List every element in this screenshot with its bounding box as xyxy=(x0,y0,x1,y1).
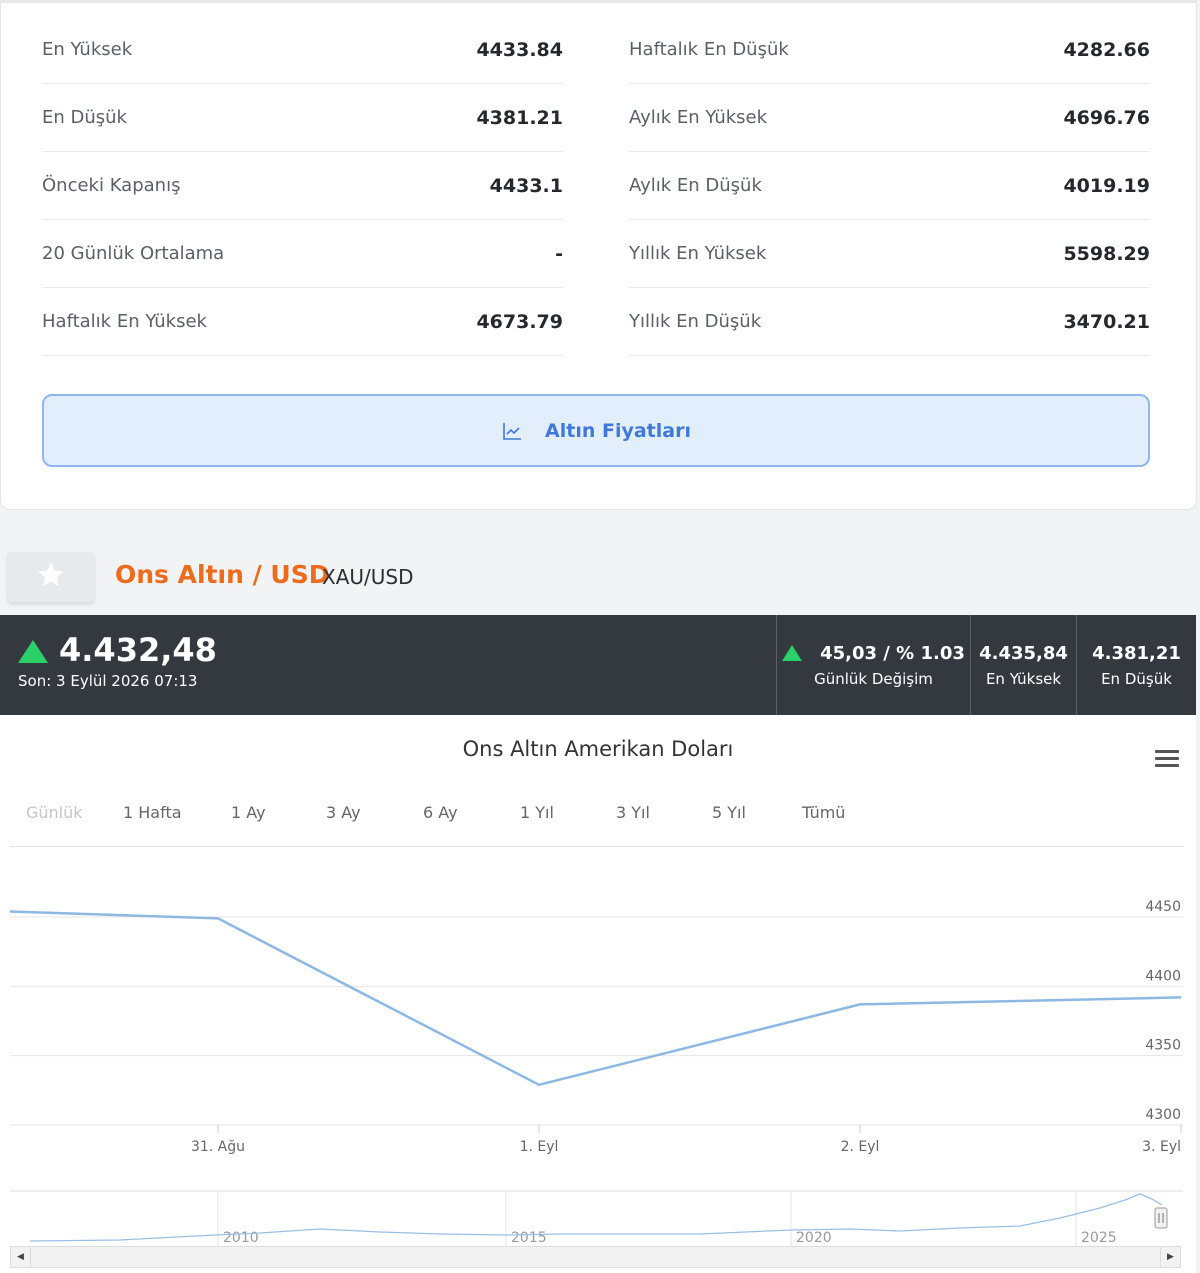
line-chart-icon xyxy=(501,420,523,442)
chart-title: Ons Altın Amerikan Doları xyxy=(462,737,734,761)
daily-change-cell: 45,03 / % 1.03 Günlük Değişim xyxy=(776,615,970,715)
stat-row: Aylık En Düşük 4019.19 xyxy=(629,152,1150,220)
stats-card: En Yüksek 4433.84 En Düşük 4381.21 Öncek… xyxy=(0,0,1197,510)
chart-area: 4450 4400 4350 4300 31. Ağu 1. Eyl 2. Eyl 3. Ey… xyxy=(0,715,1196,1273)
stat-value: 4433.84 xyxy=(476,38,563,61)
gold-prices-button[interactable]: Altın Fiyatları xyxy=(42,394,1150,467)
y-tick-label: 4350 xyxy=(1145,1038,1181,1054)
up-arrow-icon xyxy=(18,640,48,663)
range-tab-all[interactable]: Tümü xyxy=(802,803,845,822)
quote-bar: 4.432,48 Son: 3 Eylül 2026 07:13 45,03 /… xyxy=(0,615,1196,715)
stats-column-left: En Yüksek 4433.84 En Düşük 4381.21 Öncek… xyxy=(42,16,563,356)
navigator-year-label: 2020 xyxy=(796,1230,832,1246)
stat-label: Önceki Kapanış xyxy=(42,175,181,196)
stat-row: Önceki Kapanış 4433.1 xyxy=(42,152,563,220)
price-series-line xyxy=(9,910,1182,1087)
day-low-cell: 4.381,21 En Düşük xyxy=(1076,615,1196,715)
day-high-value: 4.435,84 xyxy=(979,642,1068,664)
range-tab-1-week[interactable]: 1 Hafta xyxy=(123,803,182,822)
stat-row: 20 Günlük Ortalama - xyxy=(42,220,563,288)
stat-label: Haftalık En Yüksek xyxy=(42,311,207,332)
stat-value: - xyxy=(555,242,563,265)
y-tick-label: 4450 xyxy=(1145,899,1181,915)
x-tick-label: 2. Eyl xyxy=(841,1139,880,1155)
stat-value: 3470.21 xyxy=(1063,310,1150,333)
last-update-time: Son: 3 Eylül 2026 07:13 xyxy=(18,672,198,690)
day-low-label: En Düşük xyxy=(1101,669,1172,688)
gold-prices-button-label: Altın Fiyatları xyxy=(545,419,691,442)
stat-value: 4433.1 xyxy=(489,174,563,197)
star-icon xyxy=(35,559,67,595)
instrument-symbol: XAU/USD xyxy=(322,565,414,589)
stat-value: 4019.19 xyxy=(1063,174,1150,197)
range-tab-1-year[interactable]: 1 Yıl xyxy=(520,803,554,822)
daily-change-label: Günlük Değişim xyxy=(814,669,933,688)
range-tab-daily[interactable]: Günlük xyxy=(26,803,83,822)
stat-label: En Düşük xyxy=(42,107,127,128)
navigator-year-label: 2025 xyxy=(1081,1230,1117,1246)
scroll-left-arrow-icon[interactable]: ◀ xyxy=(11,1247,31,1267)
range-tab-5-years[interactable]: 5 Yıl xyxy=(712,803,746,822)
x-tick-label: 31. Ağu xyxy=(191,1139,245,1155)
stat-label: Yıllık En Yüksek xyxy=(629,243,767,264)
price-chart[interactable]: 4450 4400 4350 4300 31. Ağu 1. Eyl 2. Eyl 3. Ey… xyxy=(0,715,1196,1273)
stat-value: 4282.66 xyxy=(1063,38,1150,61)
x-tick-label: 1. Eyl xyxy=(520,1139,559,1155)
stat-row: En Düşük 4381.21 xyxy=(42,84,563,152)
hamburger-menu-icon[interactable] xyxy=(1155,750,1179,771)
scroll-right-arrow-icon[interactable]: ▶ xyxy=(1160,1247,1180,1267)
stat-label: 20 Günlük Ortalama xyxy=(42,243,225,264)
up-arrow-icon xyxy=(782,645,803,661)
y-tick-label: 4300 xyxy=(1145,1107,1181,1123)
navigator-year-label: 2010 xyxy=(223,1230,259,1246)
stats-column-right: Haftalık En Düşük 4282.66 Aylık En Yükse… xyxy=(629,16,1150,356)
stat-label: En Yüksek xyxy=(42,39,133,60)
stat-label: Haftalık En Düşük xyxy=(629,39,789,60)
stat-value: 4381.21 xyxy=(476,106,563,129)
day-low-value: 4.381,21 xyxy=(1092,642,1181,664)
navigator-year-label: 2015 xyxy=(511,1230,547,1246)
current-price: 4.432,48 xyxy=(59,631,217,669)
daily-change-line: 45,03 / % 1.03 xyxy=(782,643,965,664)
stat-row: Haftalık En Yüksek 4673.79 xyxy=(42,288,563,356)
stat-row: Haftalık En Düşük 4282.66 xyxy=(629,16,1150,84)
tabs-divider xyxy=(10,846,1184,847)
range-tab-1-month[interactable]: 1 Ay xyxy=(231,803,266,822)
chart-scrollbar[interactable]: ◀ ▶ xyxy=(10,1246,1181,1268)
stat-value: 5598.29 xyxy=(1063,242,1150,265)
stat-label: Aylık En Düşük xyxy=(629,175,762,196)
daily-change-value: 45,03 / % 1.03 xyxy=(820,642,965,664)
range-tab-6-months[interactable]: 6 Ay xyxy=(423,803,458,822)
stat-row: Yıllık En Düşük 3470.21 xyxy=(629,288,1150,356)
stat-label: Aylık En Yüksek xyxy=(629,107,768,128)
range-tab-3-years[interactable]: 3 Yıl xyxy=(616,803,650,822)
stat-value: 4673.79 xyxy=(476,310,563,333)
stat-value: 4696.76 xyxy=(1063,106,1150,129)
favorite-button[interactable] xyxy=(8,552,94,602)
stat-row: Yıllık En Yüksek 5598.29 xyxy=(629,220,1150,288)
navigator-handle xyxy=(1154,1207,1168,1229)
x-tick-label: 3. Eyl xyxy=(1142,1139,1181,1155)
stat-label: Yıllık En Düşük xyxy=(629,311,762,332)
y-tick-label: 4400 xyxy=(1145,968,1181,984)
instrument-title: Ons Altın / USD xyxy=(115,560,330,589)
stat-row: En Yüksek 4433.84 xyxy=(42,16,563,84)
day-high-cell: 4.435,84 En Yüksek xyxy=(970,615,1076,715)
range-tab-3-months[interactable]: 3 Ay xyxy=(326,803,361,822)
range-tabs: Günlük 1 Hafta 1 Ay 3 Ay 6 Ay 1 Yıl 3 Yı… xyxy=(0,803,900,827)
day-high-label: En Yüksek xyxy=(985,669,1062,688)
navigator-series-line xyxy=(29,1193,1163,1242)
stat-row: Aylık En Yüksek 4696.76 xyxy=(629,84,1150,152)
